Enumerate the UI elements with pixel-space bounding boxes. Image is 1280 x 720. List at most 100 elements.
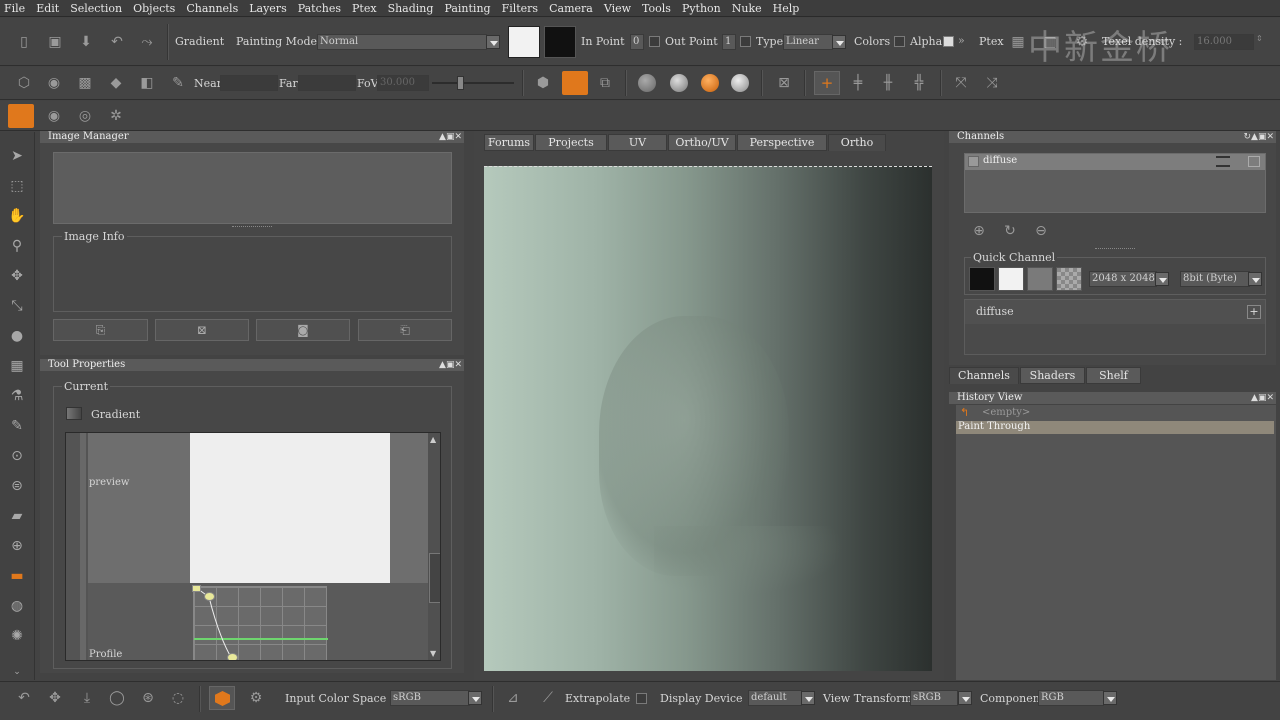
buffer-eye-alt-icon[interactable]: ◎ — [75, 106, 95, 126]
lock-icon[interactable] — [1248, 156, 1260, 167]
paint-through-icon[interactable]: ⬢ — [533, 73, 553, 93]
rotate-icon[interactable]: ↶ — [14, 688, 34, 708]
cube-icon[interactable]: ⬡ — [14, 73, 34, 93]
undo-icon[interactable]: ↶ — [107, 32, 127, 52]
dodge-icon[interactable]: ◍ — [7, 596, 27, 616]
chevron-down-icon[interactable] — [1248, 272, 1262, 286]
tab-uv[interactable]: UV — [608, 134, 667, 151]
shape-icon[interactable]: ◆ — [106, 73, 126, 93]
curve-icon[interactable]: ⊿ — [503, 688, 523, 708]
tab-ortho-uv[interactable]: Ortho/UV — [668, 134, 736, 151]
close-project-icon[interactable]: ▣ — [45, 32, 65, 52]
hand-pan-icon[interactable]: ✋ — [7, 206, 27, 226]
menu-item-patches[interactable]: Patches — [298, 2, 341, 15]
channel-item-diffuse[interactable]: diffuse — [965, 154, 1265, 170]
new-project-icon[interactable]: ▯ — [14, 32, 34, 52]
menu-item-ptex[interactable]: Ptex — [352, 2, 377, 15]
in-point-checkbox[interactable] — [649, 36, 660, 47]
curve-control-point[interactable] — [227, 653, 238, 660]
tab-channels[interactable]: Channels — [949, 367, 1019, 384]
extrapolate-checkbox[interactable] — [636, 693, 647, 704]
menu-item-filters[interactable]: Filters — [502, 2, 539, 15]
projection-icon[interactable]: ⧉ — [595, 73, 615, 93]
input-color-space-select[interactable]: sRGB — [390, 690, 470, 706]
type-select[interactable]: Linear — [783, 34, 833, 50]
far-input[interactable] — [298, 75, 356, 91]
channel-menu-icon[interactable] — [1216, 156, 1230, 167]
move-icon[interactable]: ✥ — [45, 688, 65, 708]
panel-buttons[interactable]: ↻▲▣✕ — [1243, 131, 1274, 143]
panel-buttons[interactable]: ▲▣✕ — [439, 359, 462, 371]
crosshair-active-icon[interactable]: + — [814, 71, 840, 95]
sun-icon[interactable]: ✺ — [7, 626, 27, 646]
fov-slider-track[interactable] — [432, 82, 514, 84]
resize-handle[interactable] — [1095, 248, 1135, 251]
menu-item-help[interactable]: Help — [773, 2, 800, 15]
fov-slider-handle[interactable] — [457, 76, 464, 90]
out-point-checkbox[interactable] — [740, 36, 751, 47]
tab-shelf[interactable]: Shelf — [1086, 367, 1141, 384]
split-quad-icon[interactable]: ╬ — [909, 73, 929, 93]
painting-mode-select[interactable]: Normal — [317, 34, 487, 50]
split-horizontal-icon[interactable]: ╪ — [848, 73, 868, 93]
component-select[interactable]: RGB — [1038, 690, 1104, 706]
move-tool-icon[interactable]: ✥ — [7, 266, 27, 286]
ptex-grid-icon[interactable]: ▦ — [1008, 32, 1028, 52]
tab-shaders[interactable]: Shaders — [1020, 367, 1085, 384]
full-shading-sphere-icon[interactable] — [701, 74, 719, 92]
split-vertical-icon[interactable]: ╫ — [878, 73, 898, 93]
quick-grey-swatch[interactable] — [1027, 267, 1053, 291]
brush-icon[interactable]: ✎ — [168, 73, 188, 93]
fill-drop-icon[interactable]: ● — [7, 326, 27, 346]
curve-control-point[interactable] — [192, 585, 201, 592]
chevron-down-icon[interactable] — [801, 691, 815, 705]
add-layer-icon[interactable]: + — [1247, 305, 1261, 319]
gradient-tool-icon[interactable]: ▬ — [7, 566, 27, 586]
scroll-down-icon[interactable]: ▼ — [430, 649, 436, 658]
circle-select-icon[interactable]: ◌ — [168, 688, 188, 708]
refresh-channel-icon[interactable]: ↻ — [1000, 221, 1020, 241]
preview-scrollbar[interactable]: ▲ ▼ — [428, 433, 440, 660]
image-list[interactable] — [53, 152, 452, 224]
lasso-icon[interactable]: ◯ — [107, 688, 127, 708]
extrapolate-icon[interactable]: ⟋ — [538, 688, 558, 708]
in-point-input[interactable]: 0 — [630, 34, 644, 50]
ortho-viewport-canvas[interactable] — [484, 166, 932, 671]
buffer-eye-icon[interactable]: ◉ — [44, 106, 64, 126]
chevron-down-icon[interactable] — [1103, 691, 1117, 705]
view-transform-select[interactable]: sRGB — [910, 690, 958, 706]
tab-projects[interactable]: Projects — [535, 134, 607, 151]
transform-icon[interactable]: ⤧ — [951, 73, 971, 93]
wireframe-icon[interactable]: ⊠ — [774, 73, 794, 93]
drop-icon[interactable]: ⤓ — [77, 688, 97, 708]
flat-shading-sphere-icon[interactable] — [638, 74, 656, 92]
gizmo-icon[interactable]: ⊛ — [138, 688, 158, 708]
tab-ortho[interactable]: Ortho — [828, 134, 886, 151]
foreground-color-swatch[interactable] — [508, 26, 540, 58]
zoom-icon[interactable]: ⚲ — [7, 236, 27, 256]
alpha-checkbox[interactable] — [943, 36, 954, 47]
remove-channel-icon[interactable]: ⊖ — [1031, 221, 1051, 241]
buffer-settings-icon[interactable]: ✲ — [106, 106, 126, 126]
menu-item-camera[interactable]: Camera — [549, 2, 593, 15]
menu-item-python[interactable]: Python — [682, 2, 721, 15]
tab-forums[interactable]: Forums — [484, 134, 534, 151]
chevron-down-icon[interactable] — [958, 691, 972, 705]
quick-transparent-swatch[interactable] — [1056, 267, 1082, 291]
menu-item-file[interactable]: File — [4, 2, 25, 15]
color-management-active-icon[interactable] — [209, 686, 235, 710]
menu-item-edit[interactable]: Edit — [36, 2, 59, 15]
panel-buttons[interactable]: ▲▣✕ — [439, 131, 462, 143]
channel-size-select[interactable]: 2048 x 2048 — [1089, 271, 1157, 287]
history-item-paint-through[interactable]: Paint Through — [956, 421, 1274, 434]
fov-input[interactable]: 30.000 — [377, 75, 429, 91]
eyedropper-icon[interactable]: ⚗ — [7, 386, 27, 406]
menu-item-painting[interactable]: Painting — [444, 2, 490, 15]
menu-item-selection[interactable]: Selection — [70, 2, 122, 15]
pin-icon[interactable]: ✎ — [7, 416, 27, 436]
chevron-down-icon[interactable] — [1155, 272, 1169, 286]
select-arrow-icon[interactable]: ➤ — [7, 146, 27, 166]
menu-item-channels[interactable]: Channels — [186, 2, 238, 15]
near-input[interactable] — [220, 75, 278, 91]
chevron-down-icon[interactable] — [486, 35, 500, 49]
